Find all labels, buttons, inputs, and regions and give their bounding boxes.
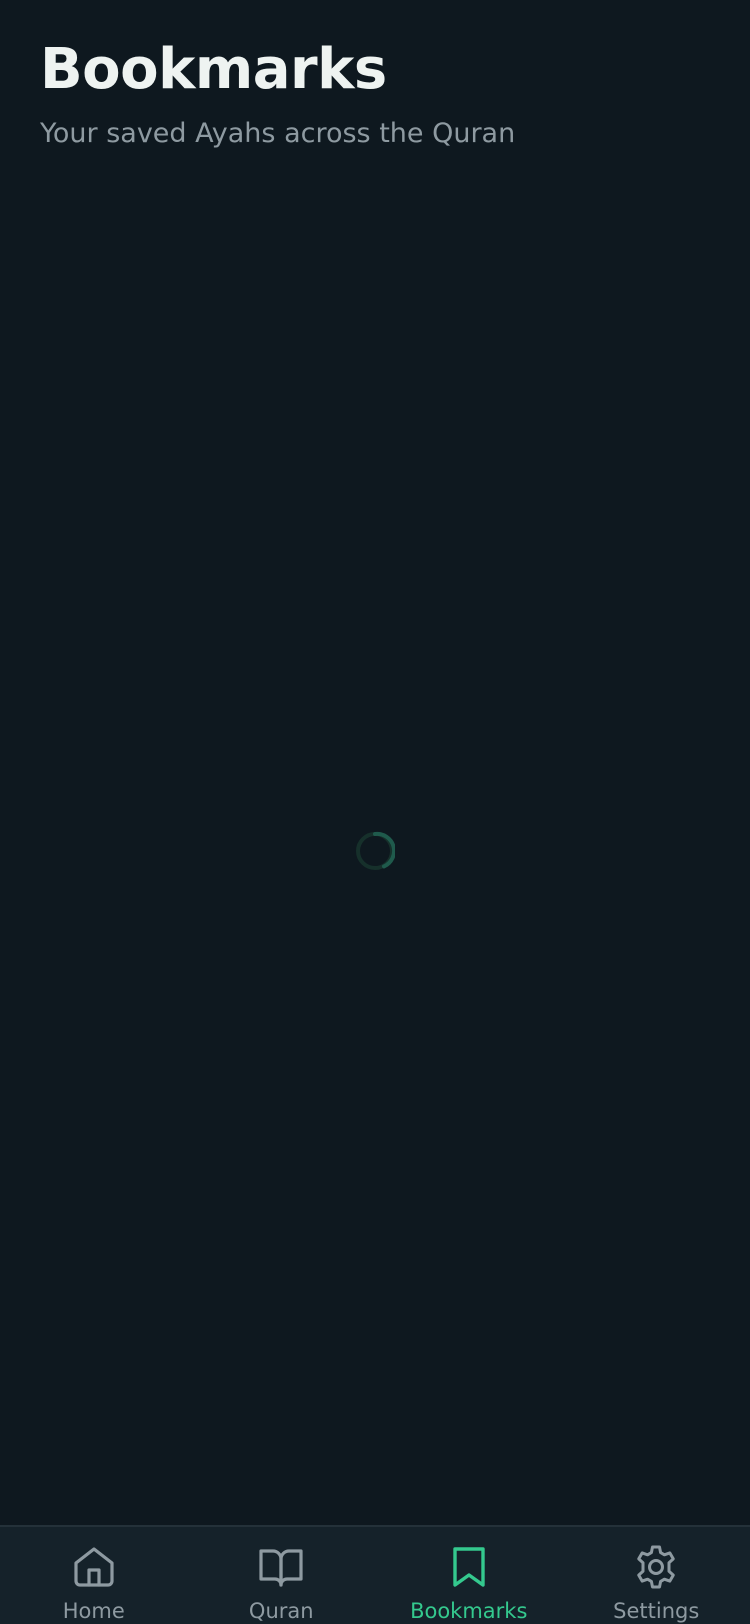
tab-home[interactable]: Home: [0, 1527, 188, 1624]
bookmark-icon: [445, 1543, 493, 1591]
tab-label-quran: Quran: [248, 1599, 314, 1623]
tab-label-settings: Settings: [613, 1599, 700, 1623]
loading-spinner: [355, 831, 395, 871]
bottom-tab-bar: Home Quran Bookmarks Settings: [0, 1525, 750, 1624]
home-icon: [70, 1543, 118, 1591]
tab-bookmarks[interactable]: Bookmarks: [375, 1527, 563, 1624]
book-open-icon: [257, 1543, 305, 1591]
page-title: Bookmarks: [40, 37, 387, 102]
tab-label-bookmarks: Bookmarks: [410, 1599, 528, 1623]
tab-quran[interactable]: Quran: [188, 1527, 376, 1624]
page-subtitle: Your saved Ayahs across the Quran: [40, 118, 516, 149]
gear-icon: [632, 1543, 680, 1591]
tab-settings[interactable]: Settings: [563, 1527, 750, 1624]
page-header: Bookmarks Your saved Ayahs across the Qu…: [40, 30, 710, 152]
tab-label-home: Home: [62, 1599, 125, 1623]
